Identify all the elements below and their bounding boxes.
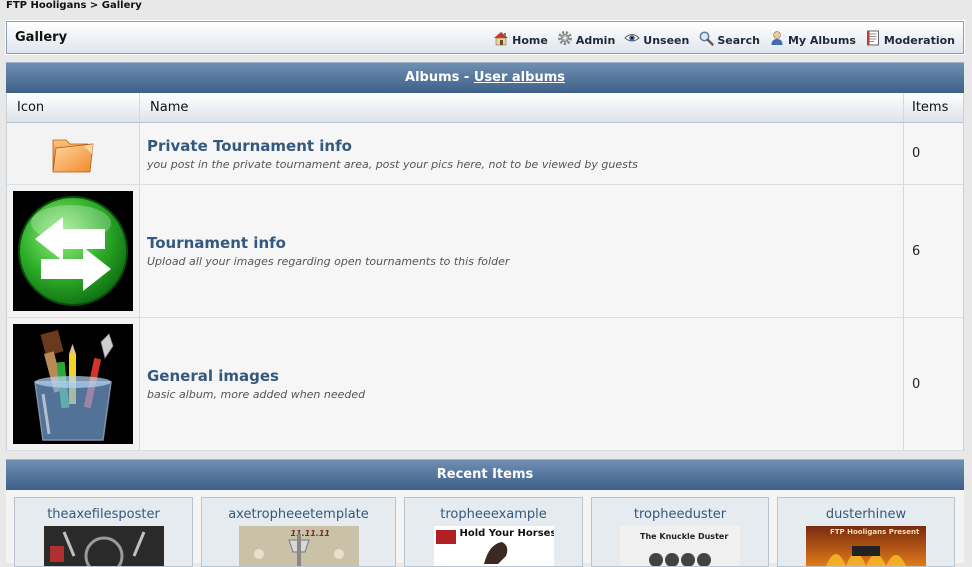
recent-item-card[interactable]: tropheeduster The Knuckle Duster [591,497,769,567]
gallery-topbar: Gallery Home Admin Unseen Search My Albu… [5,20,965,55]
album-item-count: 0 [912,376,921,392]
page-title: Gallery [15,30,68,45]
breadcrumb-root[interactable]: FTP Hooligans [6,0,86,11]
recent-item-name[interactable]: theaxefilesposter [15,507,192,522]
album-item-count: 6 [912,243,921,259]
recent-item-card[interactable]: tropheeexample Hold Your Horses [404,497,583,567]
nav-moderation[interactable]: Moderation [865,30,955,47]
recent-item-thumbnail[interactable]: 11.11.11 [238,526,359,566]
nav-search-label: Search [717,33,760,47]
nav-moderation-label: Moderation [883,33,955,47]
album-description: you post in the private tournament area,… [147,157,638,171]
album-description: basic album, more added when needed [147,388,366,401]
recent-item-name[interactable]: axetropheeetemplate [202,507,395,522]
recent-item-thumbnail[interactable] [43,526,164,566]
albums-header-title: Albums [405,70,460,85]
nav-admin[interactable]: Admin [557,30,615,47]
recent-item-name[interactable]: dusterhinew [778,507,954,522]
recent-item-thumbnail[interactable]: The Knuckle Duster [620,526,740,566]
exchange-arrows-icon [13,191,133,311]
folder-icon [52,139,94,172]
column-header-name: Name [140,93,904,122]
breadcrumb-separator: > [89,0,99,11]
nav-home-label: Home [512,33,548,47]
recent-item-card[interactable]: dusterhinew FTP Hooligans Present [777,497,955,567]
nav-unseen-label: Unseen [643,33,690,47]
breadcrumb: FTP Hooligans > Gallery [6,0,142,12]
nav-my-albums[interactable]: My Albums [769,30,856,47]
nav-unseen[interactable]: Unseen [624,30,689,47]
eye-icon [624,34,640,42]
duster-flames-image [826,546,906,566]
axe-trophy-image [253,534,344,566]
column-header-items: Items [912,100,949,115]
recent-items-area: theaxefilesposter axetropheeetemplate 11… [6,490,964,567]
gear-icon [557,31,572,45]
recent-item-name[interactable]: tropheeexample [405,507,582,522]
user-icon [771,31,783,45]
pencil-cup-icon [13,324,133,444]
album-name-cell: Tournament info Upload all your images r… [140,185,904,317]
user-albums-link[interactable]: User albums [474,70,565,85]
table-row: Tournament info Upload all your images r… [7,185,963,318]
gallery-nav: Home Admin Unseen Search My Albums Moder… [484,29,955,47]
search-icon [699,31,715,46]
album-name-cell: Private Tournament info you post in the … [140,123,904,184]
album-title-link[interactable]: Private Tournament info [147,137,903,155]
home-icon [494,32,509,46]
album-icon-cell[interactable] [7,318,140,450]
recent-item-thumbnail[interactable]: FTP Hooligans Present [806,526,926,566]
column-header-icon: Icon [7,93,140,122]
recent-item-card[interactable]: theaxefilesposter [14,497,193,567]
album-icon-cell[interactable] [7,185,140,317]
album-item-count: 0 [912,146,921,161]
recent-items-header: Recent Items [6,459,964,490]
axe-poster-image [43,526,164,566]
albums-section-header: Albums - User albums [6,62,964,93]
recent-item-name[interactable]: tropheeduster [592,507,768,522]
albums-table-header: Icon Name Items [7,93,963,123]
table-row: General images basic album, more added w… [7,318,963,451]
album-title-link[interactable]: General images [147,367,903,385]
breadcrumb-current[interactable]: Gallery [102,0,142,11]
document-icon [866,30,879,46]
nav-home[interactable]: Home [493,30,548,47]
album-name-cell: General images basic album, more added w… [140,318,904,450]
table-row: Private Tournament info you post in the … [7,123,963,185]
knuckle-duster-image [649,553,711,566]
album-description: Upload all your images regarding open to… [147,255,510,268]
horse-trophy-image [435,530,507,564]
recent-item-card[interactable]: axetropheeetemplate 11.11.11 [201,497,396,567]
album-title-link[interactable]: Tournament info [147,234,903,252]
nav-search[interactable]: Search [698,30,760,47]
nav-my-albums-label: My Albums [787,33,856,47]
album-icon-cell[interactable] [7,123,140,184]
nav-admin-label: Admin [575,33,616,47]
recent-item-thumbnail[interactable]: Hold Your Horses [433,526,554,566]
albums-header-separator: - [463,70,470,85]
albums-table: Icon Name Items Private Tournament info … [6,93,964,451]
